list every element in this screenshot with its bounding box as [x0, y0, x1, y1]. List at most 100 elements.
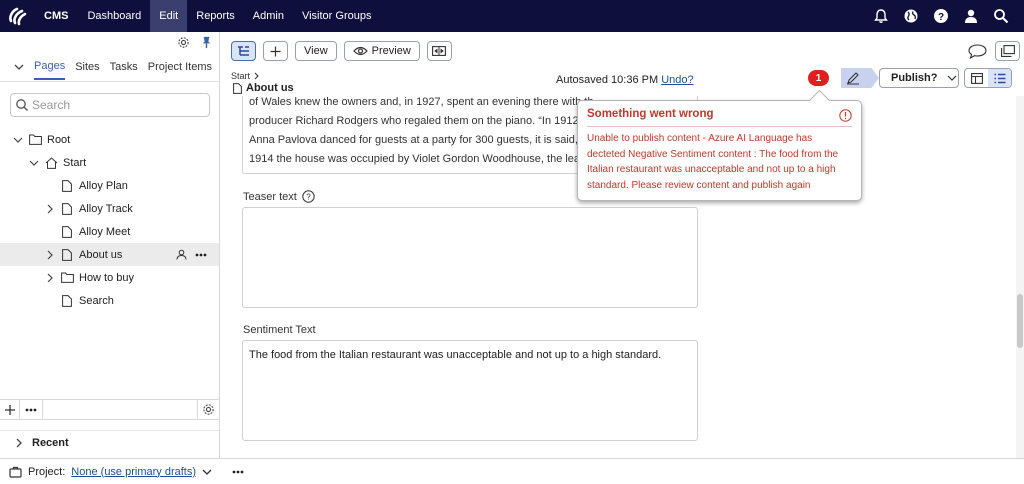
tree-item-label: Search [79, 294, 114, 307]
help-icon[interactable]: ? [932, 7, 950, 25]
compare-button[interactable] [426, 41, 452, 61]
view-button[interactable]: View [295, 41, 337, 61]
chevron-right-icon[interactable] [44, 272, 56, 284]
tree-item[interactable]: About us [0, 243, 219, 266]
chevron-right-icon[interactable] [44, 249, 56, 261]
teaser-text-field[interactable] [242, 207, 698, 308]
bell-icon[interactable] [872, 7, 890, 25]
error-popup-title: Something went wrong [587, 108, 714, 120]
pin-icon[interactable] [200, 36, 213, 49]
error-count-badge[interactable]: 1 [808, 70, 829, 86]
recent-label: Recent [32, 436, 69, 449]
page-status-bar: Start About us Autosaved 10:36 PM Undo? … [221, 68, 1024, 96]
editing-toolbar: View Preview [221, 32, 1024, 70]
tree-item[interactable]: Start [0, 151, 219, 174]
add-content-button[interactable] [263, 41, 288, 61]
error-popup-message: Unable to publish content - Azure AI Lan… [587, 133, 839, 191]
popup-divider [587, 126, 852, 127]
publish-button-label: Publish? [891, 72, 938, 84]
page-title: About us [233, 82, 294, 94]
tree-item[interactable]: Alloy Track [0, 197, 219, 220]
pencil-icon [846, 71, 860, 85]
teaser-text-label: Teaser text [243, 190, 297, 203]
tree-item[interactable]: How to buy [0, 266, 219, 289]
on-page-edit-view-button[interactable] [965, 69, 988, 87]
search-icon [15, 98, 29, 112]
tree-item[interactable]: Root [0, 128, 219, 151]
pane-bottom-toolbar [0, 399, 219, 420]
tab-tasks[interactable]: Tasks [110, 55, 138, 79]
folder-icon [28, 133, 42, 147]
briefcase-icon [9, 466, 22, 478]
breadcrumb: Start [231, 71, 260, 81]
user-icon[interactable] [176, 249, 187, 260]
speech-bubble-icon [967, 43, 987, 59]
project-label: Project: [28, 465, 66, 478]
tree-item-label: About us [79, 248, 123, 261]
page-icon [60, 294, 74, 308]
chevron-right-icon [253, 72, 260, 80]
preview-button-label: Preview [371, 45, 411, 57]
page-icon [60, 179, 74, 193]
view-button-label: View [304, 45, 328, 57]
navigation-pane: Pages Sites Tasks Project Items Root Star… [0, 32, 220, 458]
search-icon[interactable] [992, 7, 1010, 25]
toggle-assets-pane-button[interactable] [995, 41, 1020, 61]
tree-item-actions [176, 249, 207, 260]
publish-button[interactable]: Publish? [879, 68, 959, 88]
nav-visitor-groups[interactable]: Visitor Groups [293, 0, 381, 32]
autosave-text: Autosaved 10:36 PM [556, 74, 659, 86]
chevron-right-icon [14, 438, 24, 448]
tree-item[interactable]: Alloy Meet [0, 220, 219, 243]
project-more-options-icon[interactable] [232, 470, 244, 474]
error-notification-popup: Something went wrong Unable to publish c… [577, 100, 862, 201]
gear-icon[interactable] [198, 399, 219, 420]
sentiment-text-field[interactable]: The food from the Italian restaurant was… [242, 340, 698, 441]
gear-icon[interactable] [177, 36, 190, 49]
tree-item-label: Alloy Meet [79, 225, 131, 238]
add-icon[interactable] [0, 399, 20, 420]
nav-edit[interactable]: Edit [150, 0, 188, 32]
tab-sites[interactable]: Sites [75, 55, 99, 79]
nav-admin[interactable]: Admin [244, 0, 293, 32]
nav-dashboard[interactable]: Dashboard [78, 0, 150, 32]
tree-search-input[interactable] [32, 98, 202, 112]
nav-reports[interactable]: Reports [187, 0, 244, 32]
help-circle-icon[interactable]: ? [302, 190, 315, 203]
tab-pages[interactable]: Pages [34, 54, 66, 80]
nav-cms[interactable]: CMS [36, 0, 78, 32]
page-icon [233, 82, 242, 94]
chevron-down-icon[interactable] [202, 467, 212, 477]
undo-link[interactable]: Undo? [661, 74, 693, 86]
tree-item-label: Alloy Track [79, 202, 133, 215]
plus-icon [270, 46, 281, 57]
preview-button[interactable]: Preview [343, 41, 420, 61]
tabs-collapse-chevron-icon[interactable] [14, 62, 24, 72]
layout-icon [970, 72, 983, 84]
tab-project-items[interactable]: Project Items [148, 55, 212, 79]
recent-section[interactable]: Recent [0, 430, 219, 454]
edit-mode-indicator[interactable] [841, 68, 879, 88]
more-options-icon[interactable] [195, 253, 207, 257]
svg-text:?: ? [306, 193, 311, 202]
sentiment-text-label-row: Sentiment Text [243, 324, 316, 336]
chevron-down-icon[interactable] [12, 134, 24, 146]
page-title-text: About us [246, 82, 294, 94]
all-properties-view-button[interactable] [988, 69, 1011, 87]
project-selector[interactable]: None (use primary drafts) [71, 466, 196, 478]
comments-button[interactable] [965, 41, 989, 61]
more-options-icon[interactable] [20, 399, 43, 420]
content-scrollbar[interactable] [1016, 96, 1024, 458]
tree-item[interactable]: Search [0, 289, 219, 312]
chevron-right-icon[interactable] [44, 203, 56, 215]
tree-item[interactable]: Alloy Plan [0, 174, 219, 197]
globe-icon[interactable] [902, 7, 920, 25]
assets-pane-icon [1000, 45, 1015, 57]
chevron-down-icon[interactable] [28, 157, 40, 169]
scrollbar-thumb[interactable] [1017, 294, 1023, 348]
optimizely-logo-icon[interactable] [0, 0, 36, 32]
toggle-navigation-pane-button[interactable] [231, 41, 256, 61]
eye-icon [352, 46, 368, 56]
breadcrumb-start-link[interactable]: Start [231, 71, 250, 81]
user-icon[interactable] [962, 7, 980, 25]
